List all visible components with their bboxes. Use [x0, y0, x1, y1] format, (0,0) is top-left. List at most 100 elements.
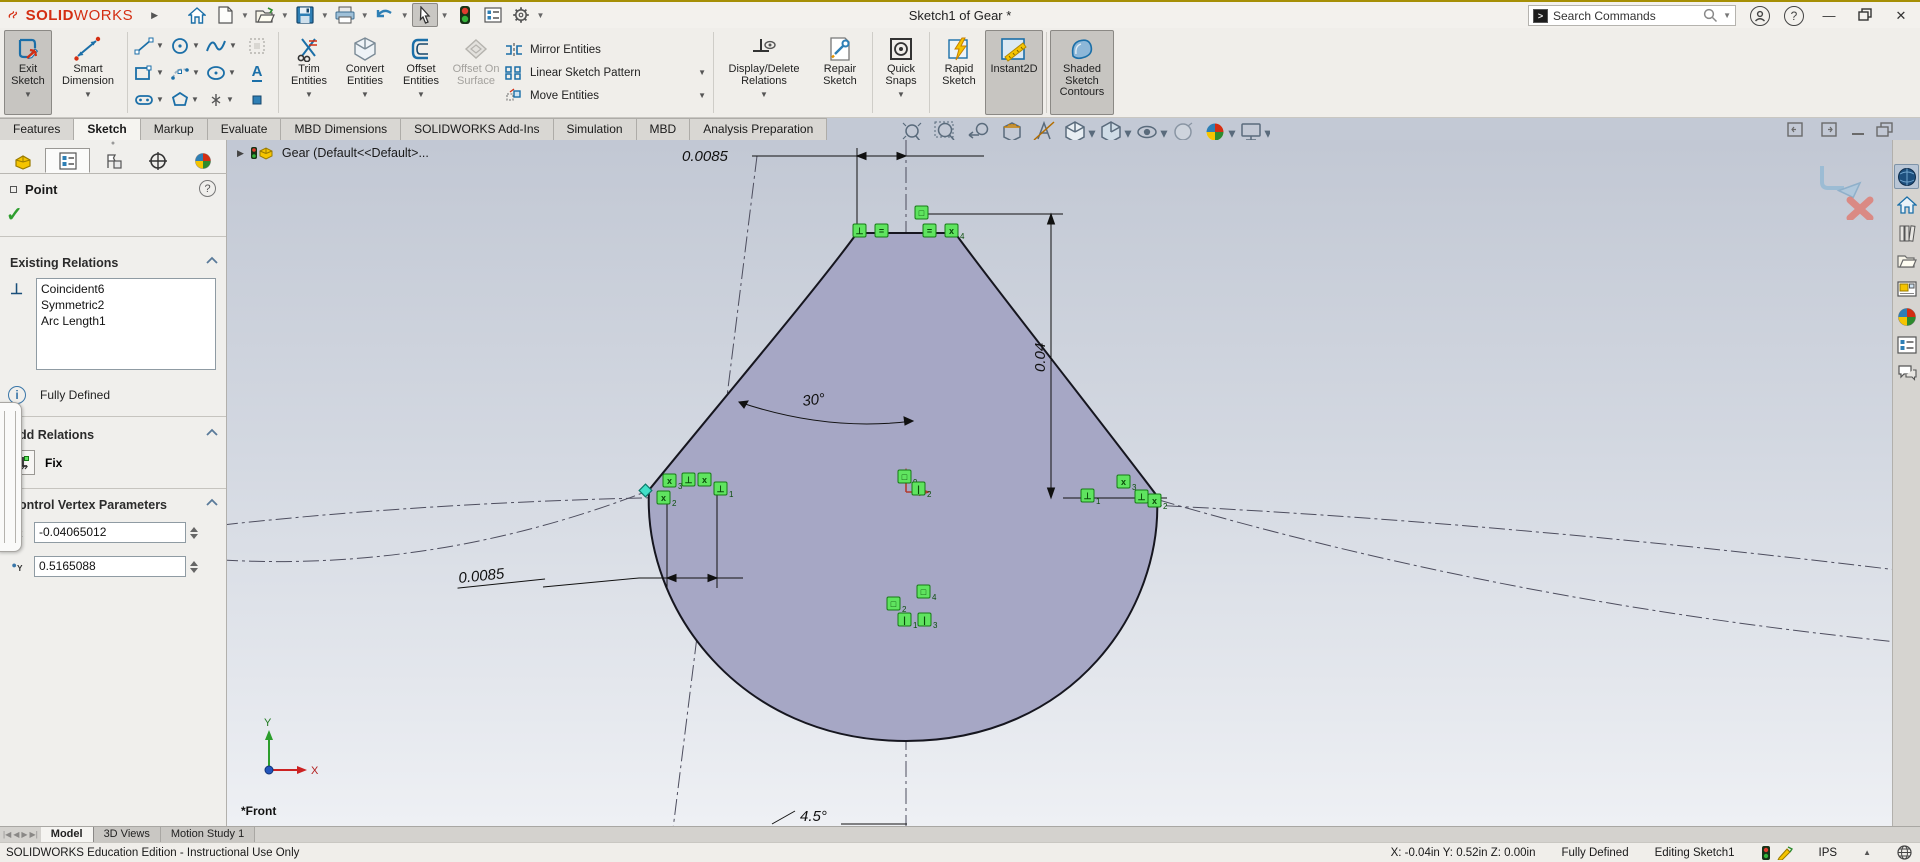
3d-views-tab[interactable]: 3D Views	[94, 827, 161, 842]
search-dropdown[interactable]: ▼	[1723, 11, 1731, 20]
linear-sketch-pattern-button[interactable]: Linear Sketch Pattern ▼	[504, 63, 710, 83]
ellipse-tool[interactable]: ▼	[203, 59, 239, 86]
save-dropdown[interactable]: ▼	[321, 11, 329, 20]
tab-solidworks-add-ins[interactable]: SOLIDWORKS Add-Ins	[401, 118, 553, 140]
relation-badge[interactable]: =	[875, 224, 888, 237]
linear-pattern-dropdown[interactable]: ▼	[698, 68, 710, 77]
zoom-to-fit-icon[interactable]	[903, 123, 921, 141]
search-icon[interactable]	[1703, 8, 1718, 23]
pane-left-icon[interactable]	[1788, 123, 1802, 136]
spline-dropdown[interactable]: ▼	[229, 41, 237, 50]
view-palette-icon[interactable]	[1894, 276, 1919, 301]
save-button[interactable]	[292, 3, 318, 27]
relation-badge[interactable]: =	[923, 224, 936, 237]
undo-button[interactable]	[372, 3, 398, 27]
configuration-manager-tab[interactable]	[90, 148, 135, 173]
home-button[interactable]	[184, 3, 210, 27]
ellipse-dropdown[interactable]: ▼	[228, 68, 236, 77]
units-dropdown-icon[interactable]: ▲	[1863, 848, 1871, 857]
tree-root-label[interactable]: Gear (Default<<Default>...	[282, 146, 429, 160]
x-spinner[interactable]	[190, 527, 198, 539]
tree-expander-icon[interactable]: ▶	[237, 148, 244, 159]
units-selector[interactable]: IPS	[1819, 847, 1838, 859]
appearances-scenes-icon[interactable]	[1894, 304, 1919, 329]
user-account-icon[interactable]	[1750, 6, 1770, 26]
custom-properties-icon[interactable]	[1894, 332, 1919, 357]
new-dropdown[interactable]: ▼	[241, 11, 249, 20]
apply-scene-dropdown[interactable]: ▼	[1228, 129, 1236, 138]
circle-dropdown[interactable]: ▼	[192, 41, 200, 50]
y-coordinate-field[interactable]: 0.5165088	[34, 556, 186, 577]
relation-badge[interactable]: ⊥	[1135, 490, 1148, 503]
options-list-button[interactable]	[480, 3, 506, 27]
relation-badge[interactable]: ⊥	[682, 473, 695, 486]
polygon-tool[interactable]: ▼	[167, 86, 203, 113]
select-tool-button[interactable]	[412, 3, 438, 27]
line-tool[interactable]: ▼	[131, 32, 167, 59]
tab-simulation[interactable]: Simulation	[554, 118, 637, 140]
previous-view-icon[interactable]	[969, 124, 988, 139]
open-dropdown[interactable]: ▼	[281, 11, 289, 20]
sketch-canvas[interactable]: 0.0085 0.04 30°	[227, 140, 1892, 826]
arc-tool[interactable]: ▼	[167, 59, 203, 86]
rapid-sketch-button[interactable]: Rapid Sketch	[933, 30, 985, 115]
smart-dimension-button[interactable]: Smart Dimension ▼	[52, 30, 124, 115]
offset-entities-button[interactable]: Offset Entities ▼	[394, 30, 448, 115]
search-input[interactable]: Search Commands	[1553, 9, 1698, 23]
display-delete-relations-button[interactable]: Display/Delete Relations ▼	[717, 30, 811, 115]
feature-manager-tab[interactable]	[0, 148, 45, 173]
tab-evaluate[interactable]: Evaluate	[208, 118, 282, 140]
add-relations-header[interactable]: Add Relations	[10, 428, 218, 442]
search-commands-box[interactable]: > Search Commands ▼	[1528, 5, 1736, 26]
restore-button[interactable]	[1854, 8, 1876, 24]
convert-dropdown[interactable]: ▼	[361, 89, 369, 101]
model-tab[interactable]: Model	[41, 827, 94, 842]
relation-badge[interactable]: ⊥	[853, 224, 866, 237]
hide-annotations-icon[interactable]	[1034, 122, 1054, 140]
point-dropdown[interactable]: ▼	[226, 95, 234, 104]
tab-mbd-dimensions[interactable]: MBD Dimensions	[281, 118, 401, 140]
display-style-icon[interactable]	[1102, 122, 1120, 142]
scroll-last-icon[interactable]: ▶|	[30, 830, 38, 839]
minimize-button[interactable]: —	[1818, 8, 1840, 23]
view-orientation-icon[interactable]	[1066, 122, 1084, 142]
shaded-sketch-contours-button[interactable]: Shaded Sketch Contours	[1050, 30, 1114, 115]
new-document-button[interactable]	[212, 3, 238, 27]
existing-relations-header[interactable]: Existing Relations	[10, 256, 218, 270]
point-tool[interactable]: ▼	[203, 86, 239, 113]
y-spinner[interactable]	[190, 561, 198, 573]
open-button[interactable]	[252, 3, 278, 27]
tab-scroll-buttons[interactable]: |◀ ◀ ▶ ▶|	[0, 827, 41, 842]
display-delete-dropdown[interactable]: ▼	[760, 89, 768, 101]
plane-tool[interactable]	[239, 86, 275, 113]
instant2d-button[interactable]: Instant2D	[985, 30, 1043, 115]
doc-restore-icon[interactable]	[1877, 123, 1892, 136]
view-orientation-dropdown[interactable]: ▼	[1088, 129, 1096, 138]
display-manager-tab[interactable]	[180, 148, 225, 173]
tab-mbd[interactable]: MBD	[637, 118, 691, 140]
scroll-prev-icon[interactable]: ◀	[13, 830, 19, 839]
comments-icon[interactable]	[1894, 360, 1919, 385]
undo-dropdown[interactable]: ▼	[401, 11, 409, 20]
brand-flyout-arrow[interactable]: ▶	[151, 10, 158, 21]
scroll-first-icon[interactable]: |◀	[3, 830, 11, 839]
text-tool[interactable]: A	[239, 59, 275, 86]
hide-show-dropdown[interactable]: ▼	[1160, 129, 1168, 138]
pane-right-icon[interactable]	[1822, 123, 1836, 136]
solidworks-resources-icon[interactable]	[1894, 164, 1919, 189]
move-entities-button[interactable]: Move Entities ▼	[504, 86, 710, 106]
view-settings-dropdown[interactable]: ▼	[1264, 129, 1270, 138]
collapse-chevron-icon[interactable]	[206, 498, 218, 506]
arc-dropdown[interactable]: ▼	[192, 68, 200, 77]
help-icon[interactable]: ?	[1784, 6, 1804, 26]
rectangle-tool[interactable]: ▼	[131, 59, 167, 86]
relation-badge[interactable]: x	[698, 473, 711, 486]
relation-item[interactable]: Coincident6	[41, 281, 211, 297]
right-root-construction-arc[interactable]	[1159, 500, 1892, 642]
convert-entities-button[interactable]: Convert Entities ▼	[336, 30, 394, 115]
panel-splitter-handle[interactable]: ●	[0, 141, 226, 147]
file-explorer-icon[interactable]	[1894, 248, 1919, 273]
confirm-cancel-icon[interactable]	[1850, 200, 1870, 218]
relation-badge[interactable]: □	[915, 206, 928, 219]
graphics-area[interactable]: 0.0085 0.04 30°	[227, 140, 1892, 826]
